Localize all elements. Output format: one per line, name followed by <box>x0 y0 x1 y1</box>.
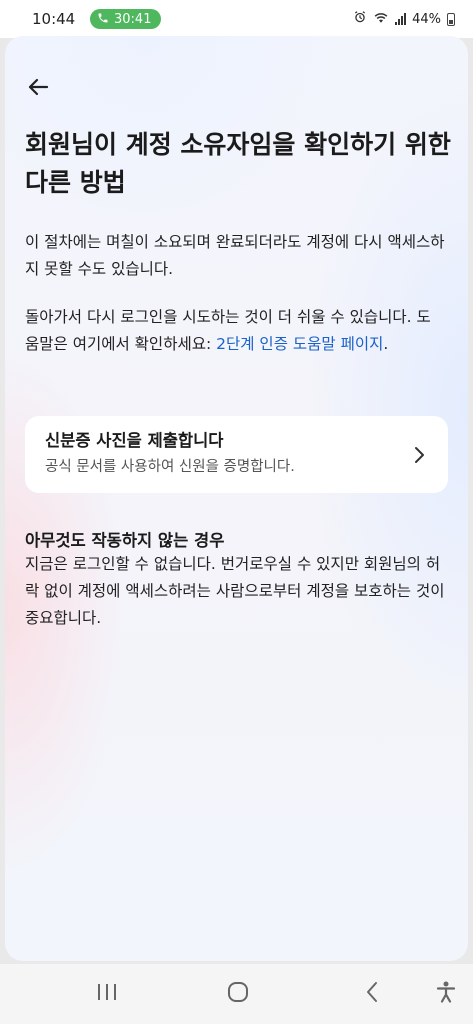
phone-screen: 10:44 30:41 44% 회원님이 계정 소유자임을 확인하기 위한 다른… <box>0 0 473 1024</box>
phone-icon <box>97 12 109 27</box>
page-title: 회원님이 계정 소유자임을 확인하기 위한 다른 방법 <box>25 130 451 197</box>
app-content: 회원님이 계정 소유자임을 확인하기 위한 다른 방법 이 절차에는 며칠이 소… <box>5 36 468 961</box>
status-time: 10:44 <box>32 10 76 28</box>
back-button[interactable] <box>23 76 53 102</box>
accessibility-button[interactable] <box>434 980 458 1008</box>
two-step-help-link[interactable]: 2단계 인증 도움말 페이지 <box>216 335 383 353</box>
battery-percent: 44% <box>412 11 441 27</box>
status-bar: 10:44 30:41 44% <box>0 0 473 38</box>
help-paragraph-suffix: . <box>383 335 389 353</box>
battery-icon <box>447 12 455 26</box>
signal-icon <box>395 13 407 25</box>
chevron-left-icon <box>365 981 379 1007</box>
chevron-right-icon <box>412 445 426 465</box>
fallback-text: 지금은 로그인할 수 없습니다. 번거로우실 수 있지만 회원님의 허락 없이 … <box>25 555 445 627</box>
home-button[interactable] <box>226 982 250 1006</box>
navigation-bar <box>0 964 473 1024</box>
wifi-icon <box>373 11 389 28</box>
call-duration: 30:41 <box>114 11 152 27</box>
option-subtitle: 공식 문서를 사용하여 신원을 증명합니다. <box>45 459 295 475</box>
recents-button[interactable] <box>94 982 120 1006</box>
alarm-icon <box>353 10 367 28</box>
nav-back-button[interactable] <box>362 982 382 1006</box>
submit-id-photo-option[interactable]: 신분증 사진을 제출합니다 공식 문서를 사용하여 신원을 증명합니다. <box>25 416 448 493</box>
option-title: 신분증 사진을 제출합니다 <box>45 431 224 450</box>
ongoing-call-pill[interactable]: 30:41 <box>90 9 162 29</box>
help-paragraph: 돌아가서 다시 로그인을 시도하는 것이 더 쉬울 수 있습니다. 도움말은 여… <box>25 304 445 358</box>
fallback-title: 아무것도 작동하지 않는 경우 <box>25 531 225 550</box>
recents-icon <box>96 982 118 1006</box>
home-icon <box>227 981 249 1007</box>
status-icons: 44% <box>353 10 455 28</box>
info-paragraph: 이 절차에는 며칠이 소요되며 완료되더라도 계정에 다시 액세스하지 못할 수… <box>25 233 445 278</box>
arrow-left-icon <box>27 78 49 100</box>
accessibility-icon <box>435 980 457 1008</box>
